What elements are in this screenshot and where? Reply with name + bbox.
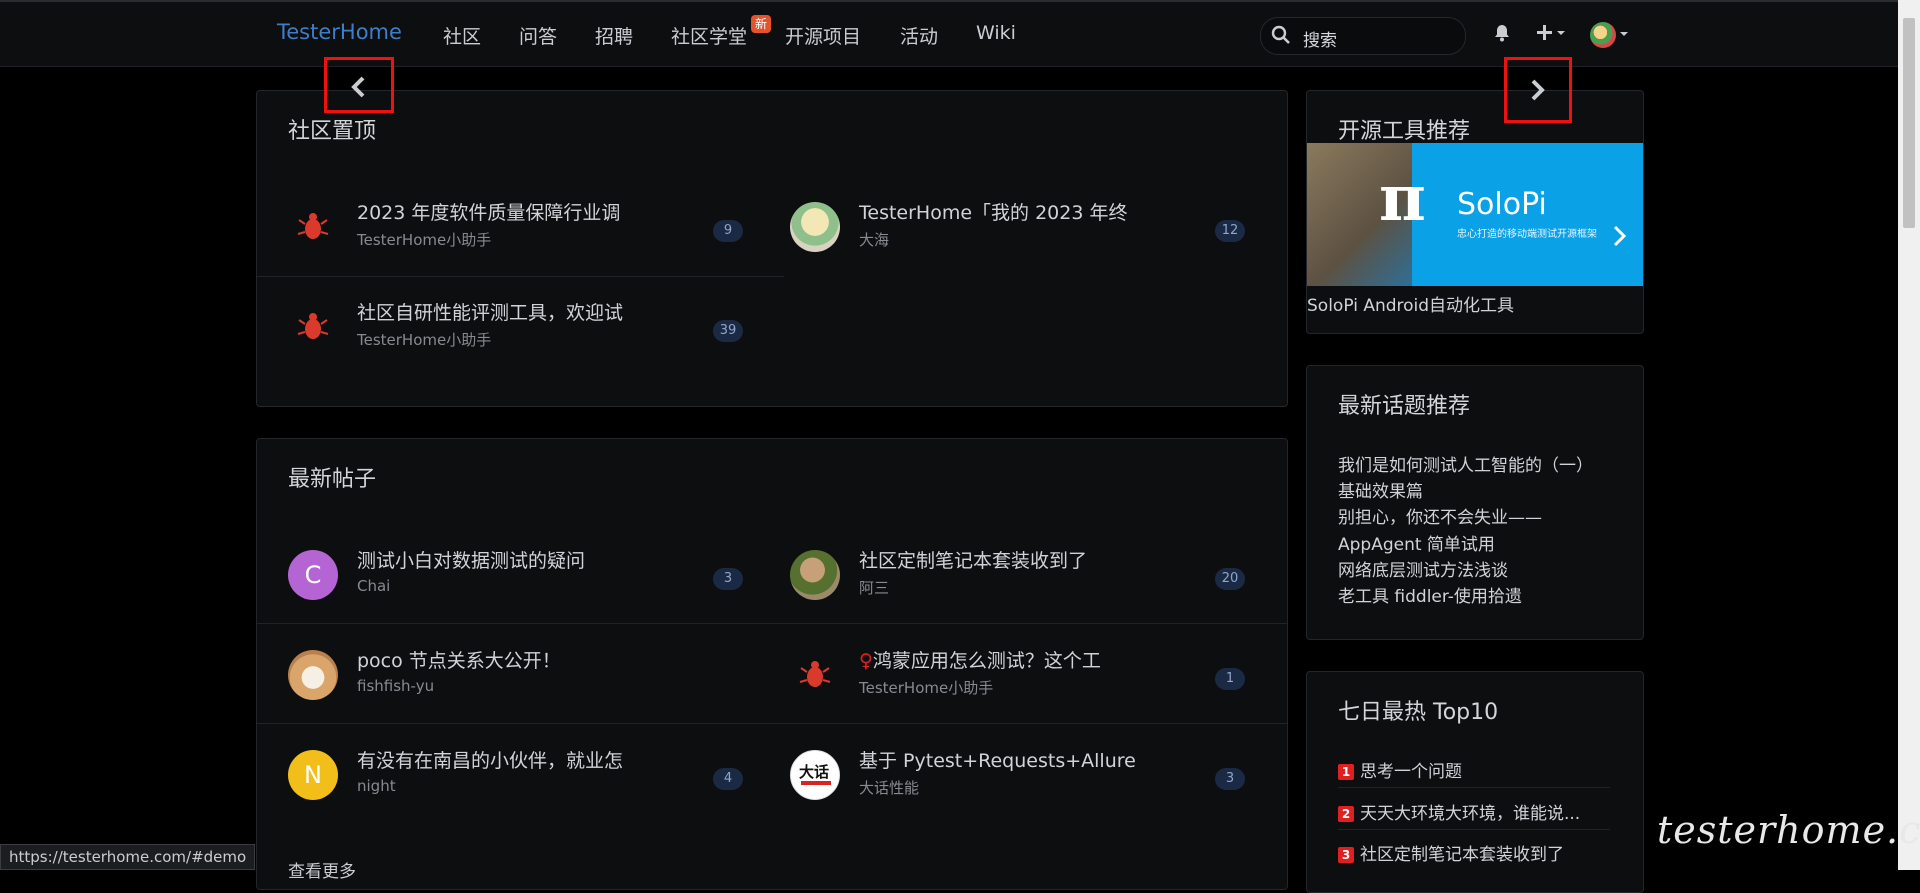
topic-link[interactable]: AppAgent 简单试用 <box>1338 530 1495 555</box>
tool-banner[interactable]: π SoloPi 忠心打造的移动端测试开源框架 <box>1307 143 1643 286</box>
top10-item[interactable]: 1 思考一个问题 <box>1338 757 1462 782</box>
chevron-right-icon[interactable] <box>1530 79 1546 101</box>
brand-logo[interactable]: TesterHome <box>277 20 402 44</box>
topic-author[interactable]: Chai <box>357 577 390 595</box>
watermark: testerhome.com <box>1657 808 1920 852</box>
topic-link[interactable]: 我们是如何测试人工智能的（一） <box>1338 451 1593 476</box>
rank-badge: 1 <box>1338 764 1354 780</box>
nav-link-jobs[interactable]: 招聘 <box>595 22 633 49</box>
reply-count-badge: 1 <box>1215 668 1245 690</box>
topic-item[interactable]: poco 节点关系大公开！ fishfish-yu <box>257 624 787 724</box>
nav-link-community[interactable]: 社区 <box>443 22 481 49</box>
bell-icon[interactable] <box>1494 24 1510 42</box>
nav-link-wiki[interactable]: Wiki <box>976 22 1016 44</box>
topic-item[interactable]: ♀鸿蒙应用怎么测试？这个工 TesterHome小助手 1 <box>759 624 1289 724</box>
bug-avatar-icon <box>790 650 840 700</box>
banner-subtitle: 忠心打造的移动端测试开源框架 <box>1457 229 1597 240</box>
plus-dropdown-icon[interactable] <box>1536 24 1566 42</box>
panel-title: 开源工具推荐 <box>1338 119 1471 144</box>
topic-author[interactable]: TesterHome小助手 <box>357 229 491 250</box>
recommended-topics-panel: 最新话题推荐 我们是如何测试人工智能的（一） 基础效果篇 别担心，你还不会失业—… <box>1306 365 1644 640</box>
topic-avatar <box>790 550 840 600</box>
nav-link-events[interactable]: 活动 <box>900 22 938 49</box>
chevron-left-icon[interactable] <box>350 76 366 98</box>
reply-count-badge: 3 <box>1215 768 1245 790</box>
topic-link[interactable]: 基础效果篇 <box>1338 477 1423 502</box>
award-icon: ♀ <box>859 650 873 672</box>
topic-author[interactable]: TesterHome小助手 <box>859 677 993 698</box>
top10-panel: 七日最热 Top10 1 思考一个问题 2 天天大环境大环境，谁能说... 3 社区定… <box>1306 671 1644 893</box>
topic-avatar: 大话 <box>790 750 840 800</box>
topic-title[interactable]: TesterHome「我的 2023 年终 <box>859 198 1127 225</box>
topic-item[interactable]: 2023 年度软件质量保障行业调 TesterHome小助手 9 <box>257 176 787 276</box>
divider <box>1338 787 1610 788</box>
topic-item[interactable]: 社区自研性能评测工具，欢迎试 TesterHome小助手 39 <box>257 276 787 376</box>
panel-title: 七日最热 Top10 <box>1338 700 1499 725</box>
reply-count-badge: 9 <box>713 220 743 242</box>
page-scrollbar[interactable] <box>1898 0 1920 870</box>
nav-link-opensource[interactable]: 开源项目 <box>785 22 861 49</box>
topic-author[interactable]: 大话性能 <box>859 777 919 798</box>
latest-topics-panel: 最新帖子 C 测试小白对数据测试的疑问 Chai 3 社区定制笔记本套装收到了 … <box>256 438 1288 890</box>
topic-title[interactable]: 测试小白对数据测试的疑问 <box>357 546 585 573</box>
topic-title[interactable]: 基于 Pytest+Requests+Allure <box>859 746 1136 773</box>
scrollbar-thumb[interactable] <box>1903 18 1915 228</box>
search-input[interactable]: 搜索 <box>1303 26 1337 51</box>
topic-item[interactable]: N 有没有在南昌的小伙伴，就业怎 night 4 <box>257 724 787 824</box>
rank-badge: 2 <box>1338 806 1354 822</box>
topic-title[interactable]: 社区自研性能评测工具，欢迎试 <box>357 298 623 325</box>
user-avatar[interactable] <box>1590 22 1616 48</box>
topic-link[interactable]: 网络底层测试方法浅谈 <box>1338 556 1508 581</box>
reply-count-badge: 20 <box>1215 568 1245 590</box>
topic-author[interactable]: night <box>357 777 396 795</box>
rank-badge: 3 <box>1338 847 1354 863</box>
topic-item[interactable]: 社区定制笔记本套装收到了 阿三 20 <box>759 524 1289 624</box>
topic-title[interactable]: 有没有在南昌的小伙伴，就业怎 <box>357 746 623 773</box>
topic-author[interactable]: 阿三 <box>859 577 889 598</box>
topic-author[interactable]: TesterHome小助手 <box>357 329 491 350</box>
top-navbar: TesterHome 社区 问答 招聘 社区学堂 新 开源项目 活动 Wiki … <box>0 0 1898 67</box>
topic-title[interactable]: 社区定制笔记本套装收到了 <box>859 546 1087 573</box>
search-box[interactable]: 搜索 <box>1260 17 1466 55</box>
reply-count-badge: 12 <box>1215 220 1245 242</box>
divider <box>1338 829 1610 830</box>
open-source-tools-panel: 开源工具推荐 π SoloPi 忠心打造的移动端测试开源框架 SoloPi An… <box>1306 90 1644 334</box>
chevron-right-icon[interactable] <box>1613 225 1627 247</box>
topic-item[interactable]: 大话 基于 Pytest+Requests+Allure 大话性能 3 <box>759 724 1289 824</box>
topic-item[interactable]: TesterHome「我的 2023 年终 大海 12 <box>759 176 1289 276</box>
reply-count-badge: 3 <box>713 568 743 590</box>
new-badge: 新 <box>751 15 772 33</box>
topic-author[interactable]: fishfish-yu <box>357 677 434 695</box>
chevron-down-icon[interactable] <box>1619 31 1629 37</box>
tool-caption[interactable]: SoloPi Android自动化工具 <box>1307 291 1514 316</box>
topic-title[interactable]: 2023 年度软件质量保障行业调 <box>357 198 620 225</box>
topic-title[interactable]: poco 节点关系大公开！ <box>357 646 561 673</box>
bug-avatar-icon <box>288 302 338 352</box>
topic-author[interactable]: 大海 <box>859 229 889 250</box>
topic-item[interactable]: C 测试小白对数据测试的疑问 Chai 3 <box>257 524 787 624</box>
topic-avatar: N <box>288 750 338 800</box>
top10-item[interactable]: 3 社区定制笔记本套装收到了 <box>1338 840 1564 865</box>
topic-avatar <box>790 202 840 252</box>
bug-avatar-icon <box>288 202 338 252</box>
reply-count-badge: 4 <box>713 768 743 790</box>
reply-count-badge: 39 <box>713 320 743 342</box>
banner-title: SoloPi <box>1457 187 1547 222</box>
topic-title[interactable]: ♀鸿蒙应用怎么测试？这个工 <box>859 646 1101 673</box>
status-url: https://testerhome.com/#demo <box>0 844 256 870</box>
pinned-topics-panel: 社区置顶 2023 年度软件质量保障行业调 TesterHome小助手 9 Te… <box>256 90 1288 407</box>
top10-item[interactable]: 2 天天大环境大环境，谁能说... <box>1338 799 1580 824</box>
nav-link-academy[interactable]: 社区学堂 <box>671 22 747 49</box>
panel-title: 社区置顶 <box>288 119 377 144</box>
topic-avatar <box>288 650 338 700</box>
topic-link[interactable]: 老工具 fiddler-使用拾遗 <box>1338 582 1522 607</box>
topic-link[interactable]: 别担心，你还不会失业—— <box>1338 503 1542 528</box>
topic-avatar: C <box>288 550 338 600</box>
panel-title: 最新话题推荐 <box>1338 394 1471 419</box>
panel-title: 最新帖子 <box>288 467 377 492</box>
pi-logo-icon: π <box>1379 161 1426 236</box>
search-icon <box>1271 25 1290 44</box>
nav-link-qa[interactable]: 问答 <box>519 22 557 49</box>
